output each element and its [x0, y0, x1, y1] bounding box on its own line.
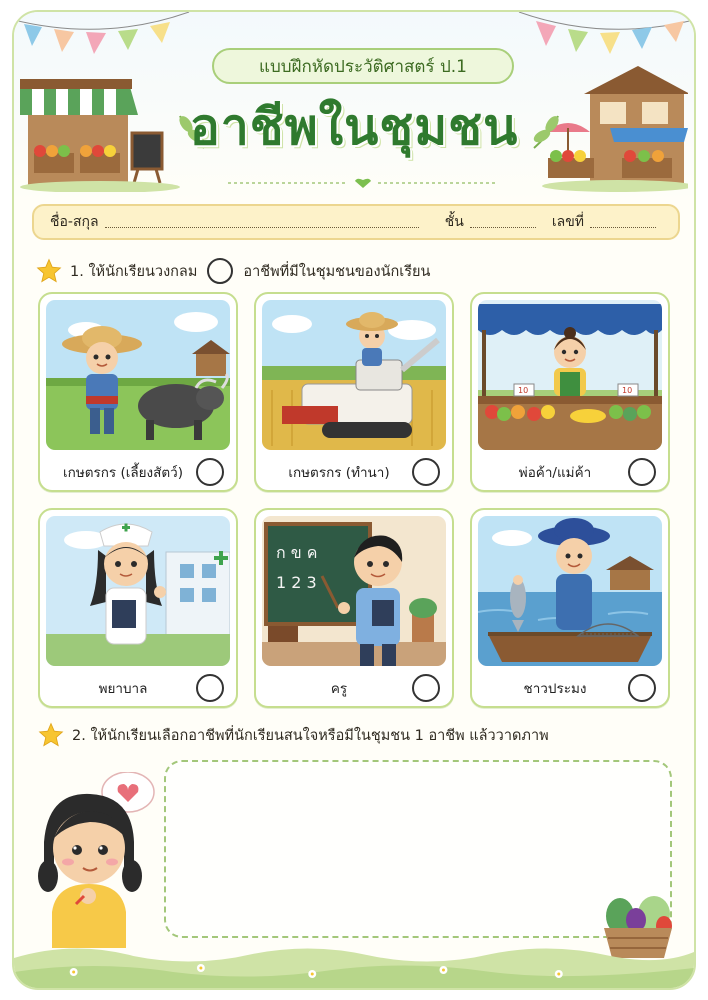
class-field[interactable]: [469, 216, 536, 228]
occupation-card-farmer-rice[interactable]: เกษตรกร (ทำนา): [254, 292, 454, 492]
question-1-text-before: 1. ให้นักเรียนวงกลม: [70, 263, 198, 280]
price-tag-2: 10: [622, 386, 632, 395]
chalkboard-line-1: ก ข ค: [276, 543, 318, 562]
occupation-card-farmer-livestock[interactable]: เกษตรกร (เลี้ยงสัตว์): [38, 292, 238, 492]
leaf-right-icon: [533, 115, 559, 149]
class-label: ชั้น: [444, 214, 464, 230]
question-1-text-after: อาชีพที่มีในชุมชนของนักเรียน: [243, 263, 431, 280]
bunting-right-decoration: [518, 12, 694, 54]
occupation-card-fisherman[interactable]: ชาวประมง: [470, 508, 670, 708]
occupation-card-teacher[interactable]: ก ข ค 1 2 3 ครู: [254, 508, 454, 708]
occupation-label: พ่อค้า/แม่ค้า: [518, 465, 592, 481]
bunting-left-decoration: [14, 12, 190, 54]
worksheet-subtitle: แบบฝึกหัดประวัติศาสตร์ ป.1: [259, 56, 467, 77]
student-info-bar: ชื่อ-สกุล ชั้น เลขที่: [32, 204, 680, 240]
answer-circle[interactable]: [412, 458, 440, 486]
occupation-label: เกษตรกร (ทำนา): [288, 465, 390, 481]
vendor-market-illustration: 10 10: [478, 300, 662, 450]
question-2-instruction: 2. ให้นักเรียนเลือกอาชีพที่นักเรียนสนใจห…: [38, 722, 549, 748]
question-2-text: 2. ให้นักเรียนเลือกอาชีพที่นักเรียนสนใจห…: [72, 727, 549, 744]
fisherman-illustration: [478, 516, 662, 666]
occupation-card-vendor[interactable]: 10 10 พ่อค้า/แม่ค้า: [470, 292, 670, 492]
number-field[interactable]: [590, 216, 656, 228]
answer-circle[interactable]: [628, 458, 656, 486]
nurse-illustration: [46, 516, 230, 666]
worksheet-subtitle-pill: แบบฝึกหัดประวัติศาสตร์ ป.1: [212, 48, 514, 84]
occupation-label: เกษตรกร (เลี้ยงสัตว์): [63, 465, 183, 481]
chalkboard-line-2: 1 2 3: [276, 573, 317, 592]
farmer-harvester-illustration: [262, 300, 446, 450]
name-field[interactable]: [104, 216, 419, 228]
occupation-card-nurse[interactable]: พยาบาล: [38, 508, 238, 708]
star-icon: [38, 722, 64, 747]
worksheet-page: แบบฝึกหัดประวัติศาสตร์ ป.1 อาชีพในชุมชน …: [12, 10, 696, 990]
girl-thinking-illustration: [38, 772, 155, 948]
ground-grass-decoration: [14, 948, 694, 988]
occupation-label: ครู: [330, 681, 348, 697]
circle-symbol-icon: [207, 258, 234, 284]
answer-circle[interactable]: [196, 674, 224, 702]
answer-circle[interactable]: [412, 674, 440, 702]
drawing-area[interactable]: [164, 760, 672, 938]
occupation-label: ชาวประมง: [523, 681, 587, 697]
star-icon: [36, 258, 62, 283]
title-divider-heart: [228, 178, 498, 188]
number-label: เลขที่: [551, 214, 584, 230]
answer-circle[interactable]: [196, 458, 224, 486]
farmer-buffalo-illustration: [46, 300, 230, 450]
price-tag-1: 10: [518, 386, 528, 395]
answer-circle[interactable]: [628, 674, 656, 702]
name-label: ชื่อ-สกุล: [50, 214, 99, 230]
page-title: อาชีพในชุมชน: [189, 98, 519, 156]
occupation-label: พยาบาล: [98, 681, 148, 697]
teacher-illustration: ก ข ค 1 2 3: [262, 516, 446, 666]
question-1-instruction: 1. ให้นักเรียนวงกลม อาชีพที่มีในชุมชนของ…: [36, 258, 430, 284]
